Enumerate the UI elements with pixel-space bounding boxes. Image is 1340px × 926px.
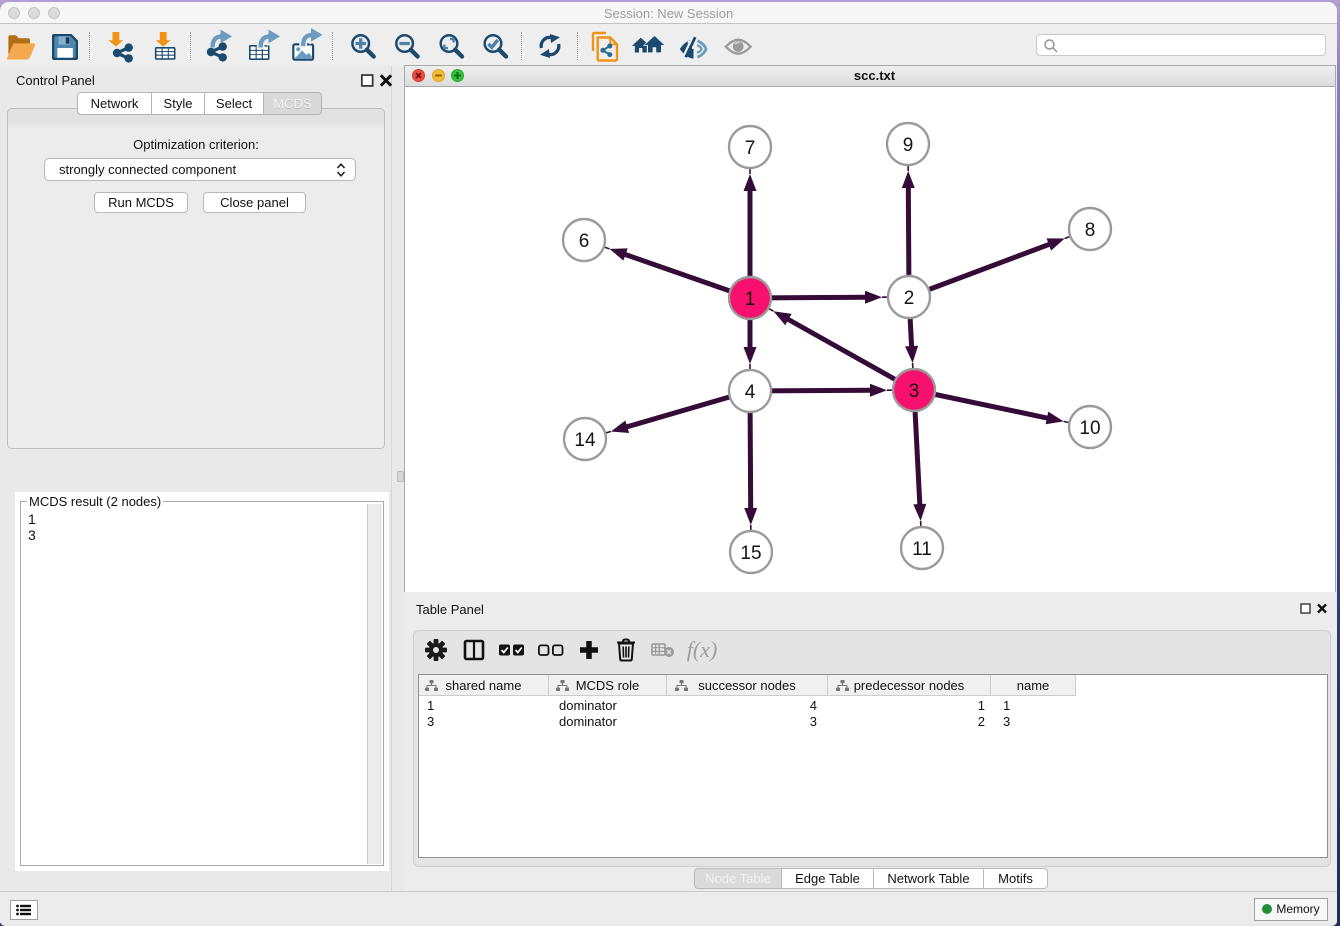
svg-text:f(x): f(x) (687, 637, 718, 662)
svg-text:4: 4 (745, 382, 756, 403)
svg-text:15: 15 (740, 543, 761, 564)
svg-text:10: 10 (1079, 418, 1100, 439)
svg-text:1: 1 (745, 289, 756, 310)
svg-text:7: 7 (745, 138, 756, 159)
svg-text:14: 14 (574, 430, 596, 451)
svg-text:2: 2 (904, 288, 915, 309)
svg-text:11: 11 (912, 539, 932, 560)
svg-text:9: 9 (903, 135, 914, 156)
svg-text:6: 6 (579, 231, 590, 252)
svg-text:8: 8 (1085, 220, 1096, 241)
svg-text:3: 3 (909, 381, 920, 402)
